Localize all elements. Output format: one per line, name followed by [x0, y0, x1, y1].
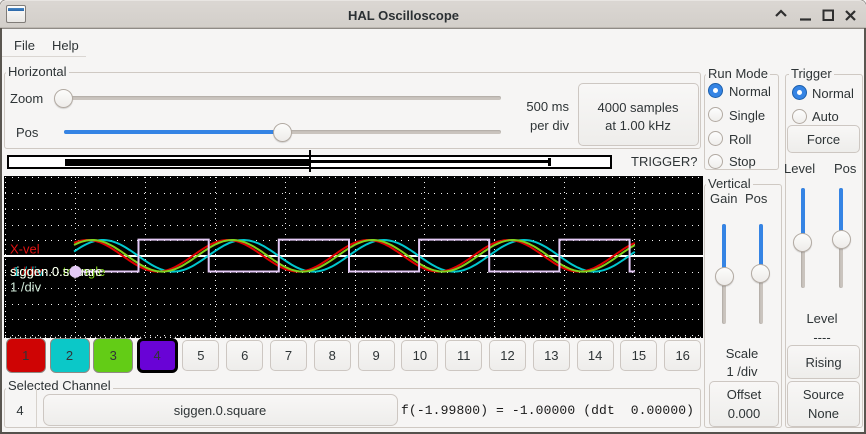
svg-text:X-vel: X-vel [10, 242, 40, 257]
svg-text:1 /div: 1 /div [10, 280, 42, 295]
svg-text:siggen.0.square: siggen.0.square [10, 264, 103, 279]
